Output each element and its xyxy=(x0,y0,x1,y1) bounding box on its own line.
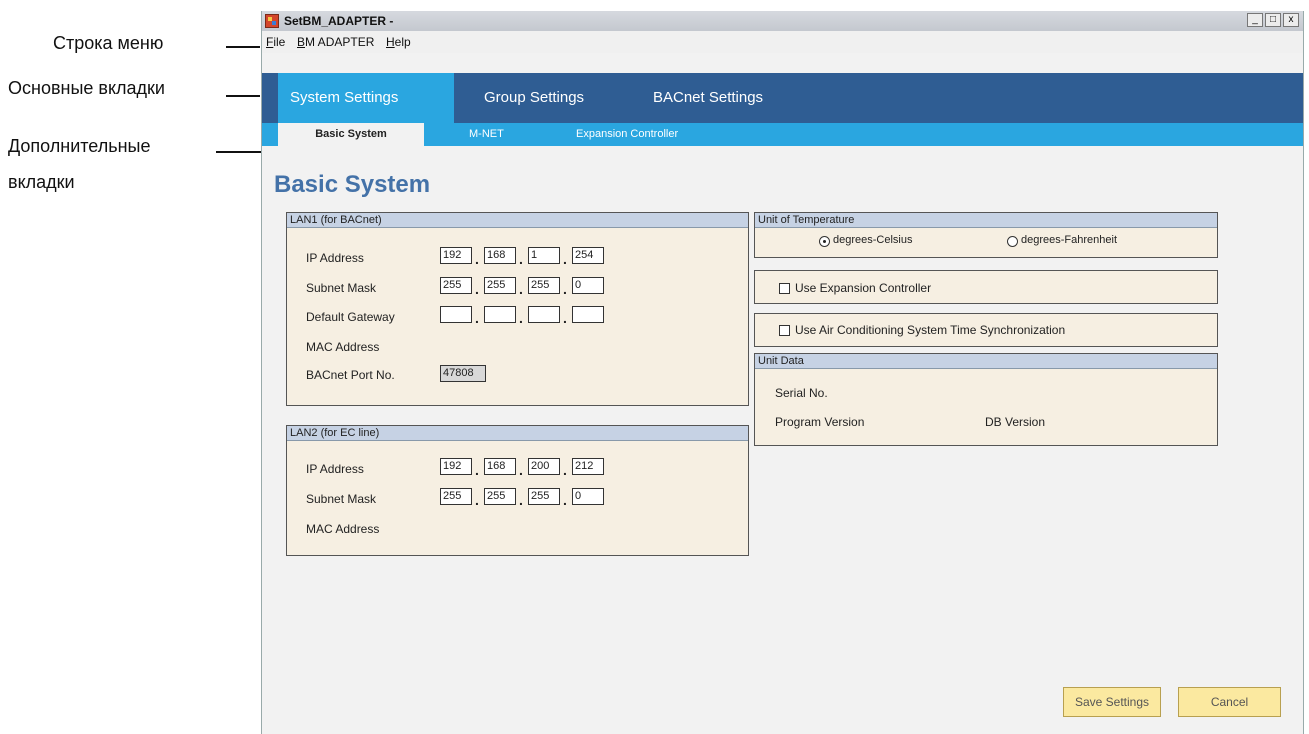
sub-tabs: Basic System M-NET Expansion Controller xyxy=(262,123,1303,146)
lan1-subnet-octet-3[interactable]: 255 xyxy=(528,277,560,294)
tab-bacnet-settings[interactable]: BACnet Settings xyxy=(653,73,763,123)
timesync-checkbox[interactable] xyxy=(779,325,790,336)
lan1-subnet-octet-4[interactable]: 0 xyxy=(572,277,604,294)
expansion-group: Use Expansion Controller xyxy=(754,270,1218,304)
ip-separator: . xyxy=(563,251,567,267)
annotation-sub-tabs-line2: вкладки xyxy=(8,172,75,192)
lan2-ip-label: IP Address xyxy=(306,462,364,476)
lan1-ip-octet-2[interactable]: 168 xyxy=(484,247,516,264)
ip-separator: . xyxy=(519,251,523,267)
lan1-gateway-octet-4[interactable] xyxy=(572,306,604,323)
ip-separator: . xyxy=(475,251,479,267)
ip-separator: . xyxy=(475,462,479,478)
lan1-gateway-label: Default Gateway xyxy=(306,310,395,324)
menu-bar: File BM ADAPTER Help xyxy=(262,31,1303,53)
annotation-menubar-line xyxy=(226,46,260,48)
expansion-label: Use Expansion Controller xyxy=(795,281,932,295)
lan2-subnet-octet-4[interactable]: 0 xyxy=(572,488,604,505)
lan1-subnet-octet-1[interactable]: 255 xyxy=(440,277,472,294)
expansion-checkbox[interactable] xyxy=(779,283,790,294)
cancel-button[interactable]: Cancel xyxy=(1178,687,1281,717)
ip-separator: . xyxy=(563,462,567,478)
lan1-ip-label: IP Address xyxy=(306,251,364,265)
annotation-menubar: Строка меню xyxy=(53,33,164,53)
celsius-label: degrees-Celsius xyxy=(833,234,913,246)
lan1-gateway-octet-1[interactable] xyxy=(440,306,472,323)
timesync-label: Use Air Conditioning System Time Synchro… xyxy=(795,323,1066,337)
lan1-port-field[interactable]: 47808 xyxy=(440,365,486,382)
menu-bm-adapter[interactable]: BM ADAPTER xyxy=(297,35,374,49)
lan2-ip-octet-2[interactable]: 168 xyxy=(484,458,516,475)
app-window: SetBM_ADAPTER - _ □ x File BM ADAPTER He… xyxy=(261,11,1304,734)
minimize-button[interactable]: _ xyxy=(1247,13,1263,27)
menu-help-label: elp xyxy=(394,35,411,49)
menu-bm-adapter-label: M ADAPTER xyxy=(305,35,375,49)
ip-separator: . xyxy=(475,281,479,297)
close-button[interactable]: x xyxy=(1283,13,1299,27)
lan2-subnet-octet-2[interactable]: 255 xyxy=(484,488,516,505)
ip-separator: . xyxy=(475,310,479,326)
window-title: SetBM_ADAPTER - xyxy=(284,14,394,28)
lan2-group: LAN2 (for EC line) IP Address 192 . 168 … xyxy=(286,425,749,556)
fahrenheit-radio[interactable] xyxy=(1007,236,1018,247)
annotation-main-tabs: Основные вкладки xyxy=(8,78,165,98)
menu-file-label: ile xyxy=(273,35,286,49)
lan1-header: LAN1 (for BACnet) xyxy=(287,213,748,228)
ip-separator: . xyxy=(519,310,523,326)
ip-separator: . xyxy=(563,492,567,508)
menu-help-accel: H xyxy=(386,35,395,49)
timesync-group: Use Air Conditioning System Time Synchro… xyxy=(754,313,1218,347)
ip-separator: . xyxy=(519,281,523,297)
ip-separator: . xyxy=(519,492,523,508)
ip-separator: . xyxy=(563,310,567,326)
lan2-mac-label: MAC Address xyxy=(306,522,380,536)
lan2-subnet-label: Subnet Mask xyxy=(306,492,377,506)
lan1-ip-octet-3[interactable]: 1 xyxy=(528,247,560,264)
lan1-ip-octet-1[interactable]: 192 xyxy=(440,247,472,264)
tab-group-settings[interactable]: Group Settings xyxy=(484,73,584,123)
fahrenheit-label: degrees-Fahrenheit xyxy=(1021,234,1118,246)
temperature-header: Unit of Temperature xyxy=(755,213,1217,228)
lan2-subnet-octet-1[interactable]: 255 xyxy=(440,488,472,505)
ip-separator: . xyxy=(519,462,523,478)
program-version-label: Program Version xyxy=(775,415,865,429)
menu-file[interactable]: File xyxy=(266,35,285,49)
lan1-ip-octet-4[interactable]: 254 xyxy=(572,247,604,264)
subtab-m-net[interactable]: M-NET xyxy=(469,123,504,146)
lan1-port-label: BACnet Port No. xyxy=(306,368,395,382)
window-controls: _ □ x xyxy=(1247,13,1299,27)
subtab-basic-system[interactable]: Basic System xyxy=(278,123,424,146)
tab-system-settings[interactable]: System Settings xyxy=(278,73,454,123)
menu-help[interactable]: Help xyxy=(386,35,411,49)
lan1-gateway-octet-3[interactable] xyxy=(528,306,560,323)
ip-separator: . xyxy=(475,492,479,508)
lan1-mac-label: MAC Address xyxy=(306,340,380,354)
db-version-label: DB Version xyxy=(985,415,1046,429)
annotation-main-tabs-line xyxy=(226,95,260,97)
page-title: Basic System xyxy=(274,171,431,198)
serial-label: Serial No. xyxy=(775,386,828,400)
menu-bm-adapter-accel: B xyxy=(297,35,306,49)
lan2-subnet-octet-3[interactable]: 255 xyxy=(528,488,560,505)
app-icon xyxy=(265,14,279,28)
title-bar: SetBM_ADAPTER - _ □ x xyxy=(262,11,1303,31)
celsius-radio[interactable] xyxy=(819,236,830,247)
save-settings-button[interactable]: Save Settings xyxy=(1063,687,1161,717)
ip-separator: . xyxy=(563,281,567,297)
main-tabs: System Settings Group Settings BACnet Se… xyxy=(262,73,1303,123)
maximize-button[interactable]: □ xyxy=(1265,13,1281,27)
lan1-subnet-label: Subnet Mask xyxy=(306,281,377,295)
lan2-ip-octet-3[interactable]: 200 xyxy=(528,458,560,475)
annotation-sub-tabs: Дополнительные xyxy=(8,136,151,156)
lan2-ip-octet-1[interactable]: 192 xyxy=(440,458,472,475)
lan1-group: LAN1 (for BACnet) IP Address 192 . 168 .… xyxy=(286,212,749,406)
subtab-expansion-controller[interactable]: Expansion Controller xyxy=(576,123,678,146)
lan2-header: LAN2 (for EC line) xyxy=(287,426,748,441)
unit-data-header: Unit Data xyxy=(755,354,1217,369)
lan1-gateway-octet-2[interactable] xyxy=(484,306,516,323)
unit-data-group: Unit Data Serial No. Program Version DB … xyxy=(754,353,1218,446)
temperature-group: Unit of Temperature degrees-Celsius degr… xyxy=(754,212,1218,258)
lan2-ip-octet-4[interactable]: 212 xyxy=(572,458,604,475)
lan1-subnet-octet-2[interactable]: 255 xyxy=(484,277,516,294)
